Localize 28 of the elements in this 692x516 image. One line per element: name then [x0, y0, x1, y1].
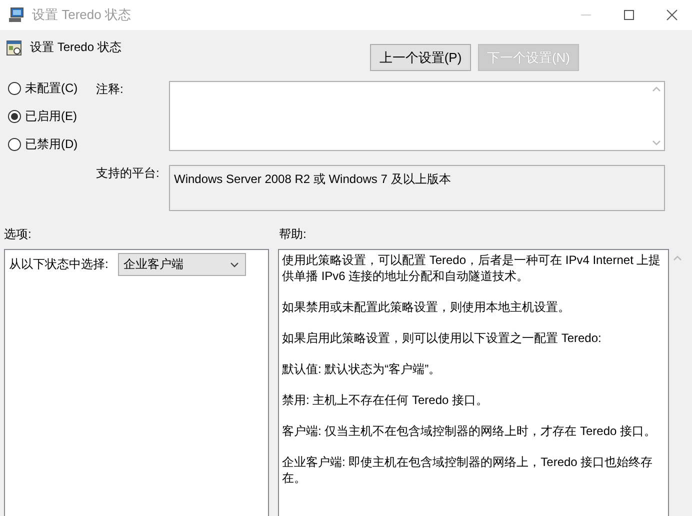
policy-icon — [6, 40, 22, 56]
platform-text: Windows Server 2008 R2 或 Windows 7 及以上版本 — [174, 171, 451, 188]
help-paragraph: 企业客户端: 即使主机在包含域控制器的网络上，Teredo 接口也始终存在。 — [282, 454, 654, 486]
previous-setting-button[interactable]: 上一个设置(P) — [370, 44, 471, 71]
radio-button[interactable] — [8, 138, 21, 150]
computer-icon — [8, 7, 26, 23]
policy-title: 设置 Teredo 状态 — [30, 39, 122, 56]
maximize-icon[interactable] — [623, 9, 635, 21]
radio-button[interactable] — [8, 110, 21, 122]
help-paragraph: 禁用: 主机上不存在任何 Teredo 接口。 — [282, 392, 490, 408]
help-paragraph: 客户端: 仅当主机不在包含域控制器的网络上时，才存在 Teredo 接口。 — [282, 423, 658, 439]
help-heading: 帮助: — [279, 226, 306, 242]
caret-icon — [230, 262, 240, 268]
help-paragraph: 如果禁用或未配置此策略设置，则使用本地主机设置。 — [282, 299, 571, 315]
options-heading: 选项: — [3, 226, 32, 242]
close-icon[interactable] — [666, 9, 678, 21]
radio-label[interactable]: 已启用(E) — [25, 108, 77, 124]
radio-label[interactable]: 已禁用(D) — [25, 136, 78, 152]
help-paragraph: 如果启用此策略设置，则可以使用以下设置之一配置 Teredo: — [282, 330, 602, 346]
window-title: 设置 Teredo 状态 — [32, 6, 132, 24]
radio-label[interactable]: 未配置(C) — [25, 80, 78, 96]
state-prompt: 从以下状态中选择: — [9, 256, 108, 273]
radio-button[interactable] — [8, 82, 21, 94]
help-paragraph: 默认值: 默认状态为“客户端”。 — [282, 361, 442, 377]
state-dropdown[interactable]: 企业客户端 — [118, 253, 246, 276]
comment-label: 注释: — [96, 81, 124, 98]
help-paragraph: 使用此策略设置，可以配置 Teredo，后者是一种可在 IPv4 Internet 上提供单播 IPv6 连接的地址分配和自动隧道技术。 — [282, 252, 662, 284]
platform-label: 支持的平台: — [96, 165, 160, 182]
